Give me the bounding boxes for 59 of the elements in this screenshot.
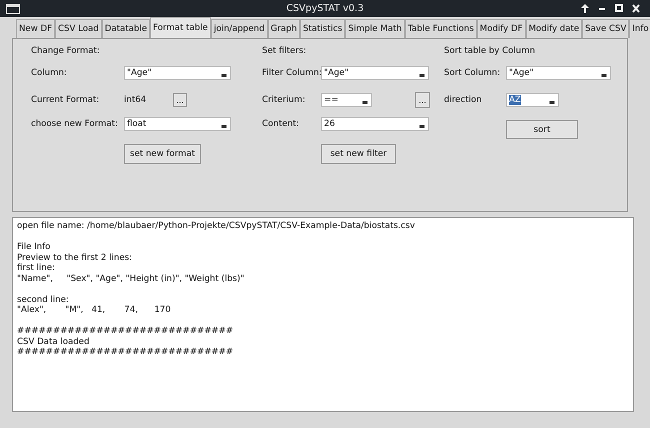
- maximize-icon[interactable]: [615, 4, 623, 13]
- more-button[interactable]: ...: [415, 92, 430, 108]
- dropdown[interactable]: 26: [321, 117, 429, 131]
- tab[interactable]: Modify DF: [476, 19, 526, 38]
- output-line: open file name: /home/blaubaer/Python-Projekte/CSVpySTAT/CSV-Example-Data/biostats.csv: [17, 221, 416, 232]
- more-button[interactable]: ...: [173, 93, 187, 107]
- field-label: Content:: [262, 119, 300, 129]
- field-label: Criterium:: [262, 95, 306, 105]
- output-line: File Info: [17, 242, 52, 252]
- field-label: Column:: [31, 68, 68, 78]
- tab[interactable]: Statistics: [300, 19, 346, 38]
- set-filter-button[interactable]: set new filter: [321, 144, 396, 164]
- output-line: Preview to the first 2 lines:: [17, 252, 133, 263]
- dropdown[interactable]: AZ: [506, 93, 559, 107]
- dropdown[interactable]: "Age": [506, 66, 611, 80]
- caret-icon: [221, 72, 227, 78]
- output-line: CSV Data loaded: [17, 336, 90, 347]
- window-icon: [6, 4, 20, 14]
- tab[interactable]: Save CSV: [582, 19, 630, 38]
- tab[interactable]: CSV Load: [55, 19, 102, 38]
- output-line: first line:: [17, 263, 56, 274]
- dropdown[interactable]: "Age": [321, 66, 429, 80]
- close-icon[interactable]: [632, 4, 640, 13]
- tab[interactable]: Table Functions: [404, 19, 477, 38]
- tab[interactable]: Simple Math: [345, 19, 405, 38]
- field-label: Filter Column:: [262, 68, 321, 78]
- field-label: direction: [444, 95, 483, 105]
- field-label: choose new Format:: [31, 119, 119, 129]
- caret-icon: [549, 100, 555, 104]
- output-line: ##############################: [17, 326, 234, 336]
- format-value: int64: [124, 95, 148, 105]
- dropdown[interactable]: "Age": [124, 66, 231, 80]
- field-label: Current Format:: [31, 95, 100, 105]
- sort-button[interactable]: sort: [506, 120, 578, 139]
- caret-icon: [419, 124, 425, 128]
- tab[interactable]: Format table: [150, 17, 211, 38]
- caret-icon: [601, 72, 607, 78]
- section-heading: Change Format:: [31, 45, 101, 58]
- caret-icon: [419, 72, 425, 78]
- output-line: "Name", "Sex", "Age", "Height (in)", "Weight (lbs)": [17, 274, 246, 284]
- window-title: CSVpySTAT v0.3: [286, 3, 364, 14]
- caret-icon: [362, 100, 368, 104]
- up-arrow-icon[interactable]: [581, 4, 589, 13]
- tab[interactable]: Modify date: [526, 19, 582, 38]
- section-heading: Set filters:: [262, 45, 308, 58]
- output-line: second line:: [17, 294, 70, 305]
- tab[interactable]: Datatable: [102, 19, 150, 38]
- output-line: "Alex", "M", 41, 74, 170: [17, 305, 172, 316]
- output-line: ##############################: [17, 347, 234, 358]
- tab[interactable]: join/append: [210, 19, 268, 38]
- tab[interactable]: New DF: [16, 19, 56, 38]
- dropdown[interactable]: float: [124, 117, 231, 131]
- dropdown[interactable]: ==: [321, 93, 372, 107]
- set-format-button[interactable]: set new format: [124, 144, 201, 164]
- section-heading: Sort table by Column: [444, 45, 536, 58]
- tab[interactable]: Graph: [268, 19, 300, 38]
- field-label: Sort Column:: [444, 68, 502, 78]
- caret-icon: [221, 124, 227, 128]
- tab[interactable]: Info: [629, 19, 650, 38]
